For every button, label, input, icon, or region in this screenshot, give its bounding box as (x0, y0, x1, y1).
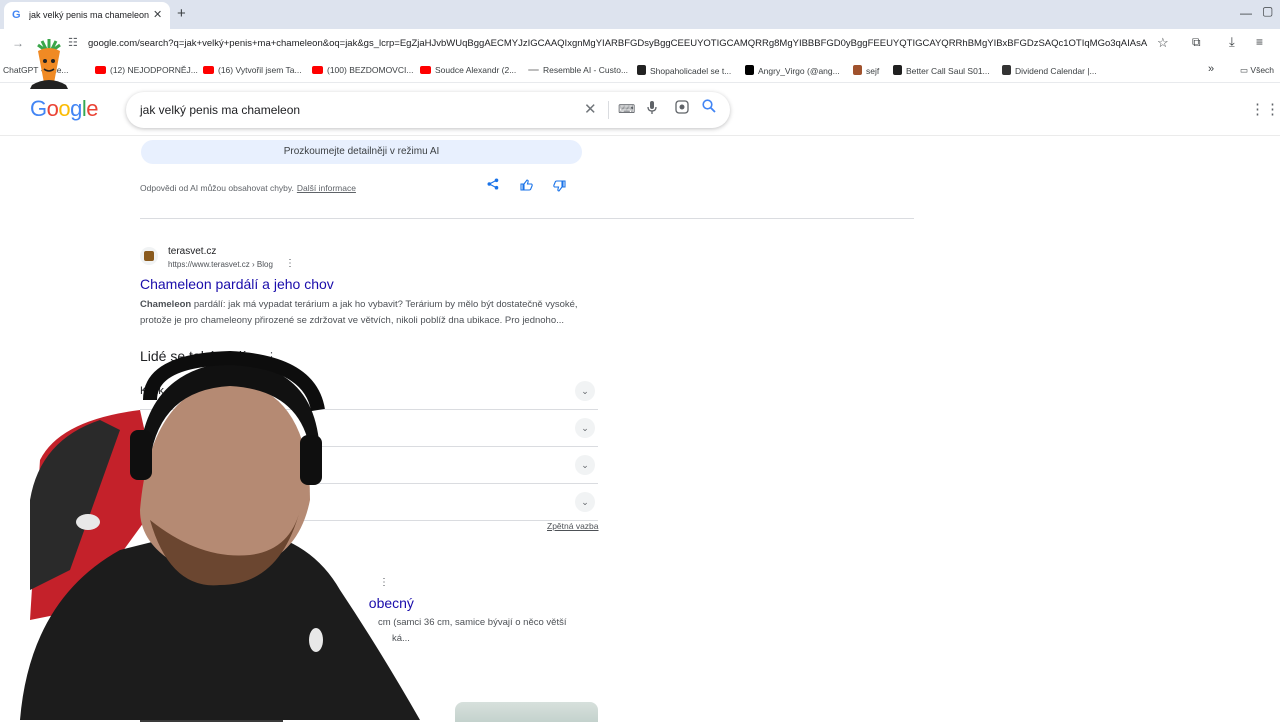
google-header: Google jak velký penis ma chameleon ✕ ⌨ … (0, 84, 1280, 136)
bookmarks-bar: ChatGPT - Jide... (12) NEJODPORNĚJ... (1… (0, 59, 1280, 83)
bookmark-item[interactable]: Resemble AI - Custo... (528, 65, 628, 75)
tab-title: jak velký penis ma chameleon (29, 10, 149, 20)
bookmark-item[interactable]: Better Call Saul S01... (893, 65, 990, 76)
ai-mode-button[interactable]: Prozkoumejte detailněji v režimu AI (141, 140, 582, 164)
keyboard-icon[interactable]: ⌨ (618, 102, 635, 116)
thumbs-up-icon[interactable] (520, 179, 533, 194)
thumbs-down-icon[interactable] (553, 180, 566, 195)
chevron-down-icon[interactable]: ⌄ (575, 418, 595, 438)
share-icon[interactable] (487, 178, 499, 193)
apps-grid-icon[interactable]: ⋮⋮⋮ (1250, 100, 1280, 118)
bookmarks-overflow-icon[interactable]: » (1208, 63, 1214, 75)
search-icon[interactable] (702, 99, 716, 117)
tab-strip: G jak velký penis ma chameleon ✕ + — ▢ (0, 0, 1280, 29)
bookmark-item[interactable]: (16) Vytvořil jsem Ta... (203, 65, 302, 75)
search-box[interactable]: jak velký penis ma chameleon ✕ ⌨ (126, 92, 730, 128)
search-input[interactable]: jak velký penis ma chameleon (140, 103, 300, 117)
result-snippet: Chameleon pardálí: jak má vypadat terári… (140, 299, 578, 326)
extensions-icon[interactable]: ⧉ (1192, 35, 1201, 50)
clear-icon[interactable]: ✕ (584, 100, 597, 118)
chevron-down-icon[interactable]: ⌄ (575, 381, 595, 401)
bookmark-item[interactable]: Shopaholicadel se t... (637, 65, 731, 76)
close-tab-icon[interactable]: ✕ (153, 8, 162, 21)
bookmark-item[interactable]: (100) BEZDOMOVCI... (312, 65, 413, 75)
download-icon[interactable]: ⤓ (1229, 34, 1235, 50)
bookmark-item[interactable]: Dividend Calendar |... (1002, 65, 1097, 76)
feedback-link[interactable]: Zpětná vazba (547, 521, 599, 531)
bookmarks-folder[interactable]: ▭ Všech (1240, 65, 1274, 76)
search-divider (608, 101, 609, 119)
lens-icon[interactable] (675, 100, 689, 117)
chevron-down-icon[interactable]: ⌄ (575, 455, 595, 475)
forward-icon[interactable]: → (12, 36, 24, 50)
address-bar[interactable]: google.com/search?q=jak+velký+penis+ma+c… (88, 38, 1148, 49)
microphone-icon[interactable] (647, 101, 657, 118)
new-tab-button[interactable]: + (177, 5, 186, 22)
carrot-avatar-icon (30, 39, 68, 89)
image-card[interactable] (455, 702, 598, 722)
bookmark-item[interactable]: sejf (853, 65, 879, 76)
section-divider (140, 218, 914, 219)
reading-list-icon[interactable]: ≡ (1256, 35, 1263, 49)
browser-toolbar: → ☷ google.com/search?q=jak+velký+penis+… (0, 29, 1280, 59)
bookmark-item[interactable]: Angry_Virgo (@ang... (745, 65, 840, 76)
result-url[interactable]: https://www.terasvet.cz › Blog (168, 260, 273, 269)
more-info-link[interactable]: Další informace (297, 183, 356, 193)
tab-active[interactable]: G jak velký penis ma chameleon ✕ (4, 2, 170, 29)
bookmark-star-icon[interactable]: ☆ (1157, 35, 1169, 51)
maximize-icon[interactable]: ▢ (1262, 4, 1273, 18)
google-logo[interactable]: Google (30, 96, 99, 122)
bookmark-item[interactable]: (12) NEJODPORNĚJ... (95, 65, 198, 75)
bookmark-item[interactable]: Soudce Alexandr (2... (420, 65, 516, 75)
google-favicon-icon: G (12, 9, 21, 21)
ai-disclaimer: Odpovědi od AI můžou obsahovat chyby. Dal… (140, 183, 356, 193)
chevron-down-icon[interactable]: ⌄ (575, 492, 595, 512)
result-title-link[interactable]: Chameleon pardálí a jeho chov (140, 276, 334, 292)
minimize-icon[interactable]: — (1240, 6, 1252, 20)
webcam-overlay (20, 350, 420, 720)
site-favicon (140, 247, 158, 265)
more-options-icon[interactable]: ⋮ (285, 258, 295, 269)
result-site-name[interactable]: terasvet.cz (168, 246, 216, 257)
